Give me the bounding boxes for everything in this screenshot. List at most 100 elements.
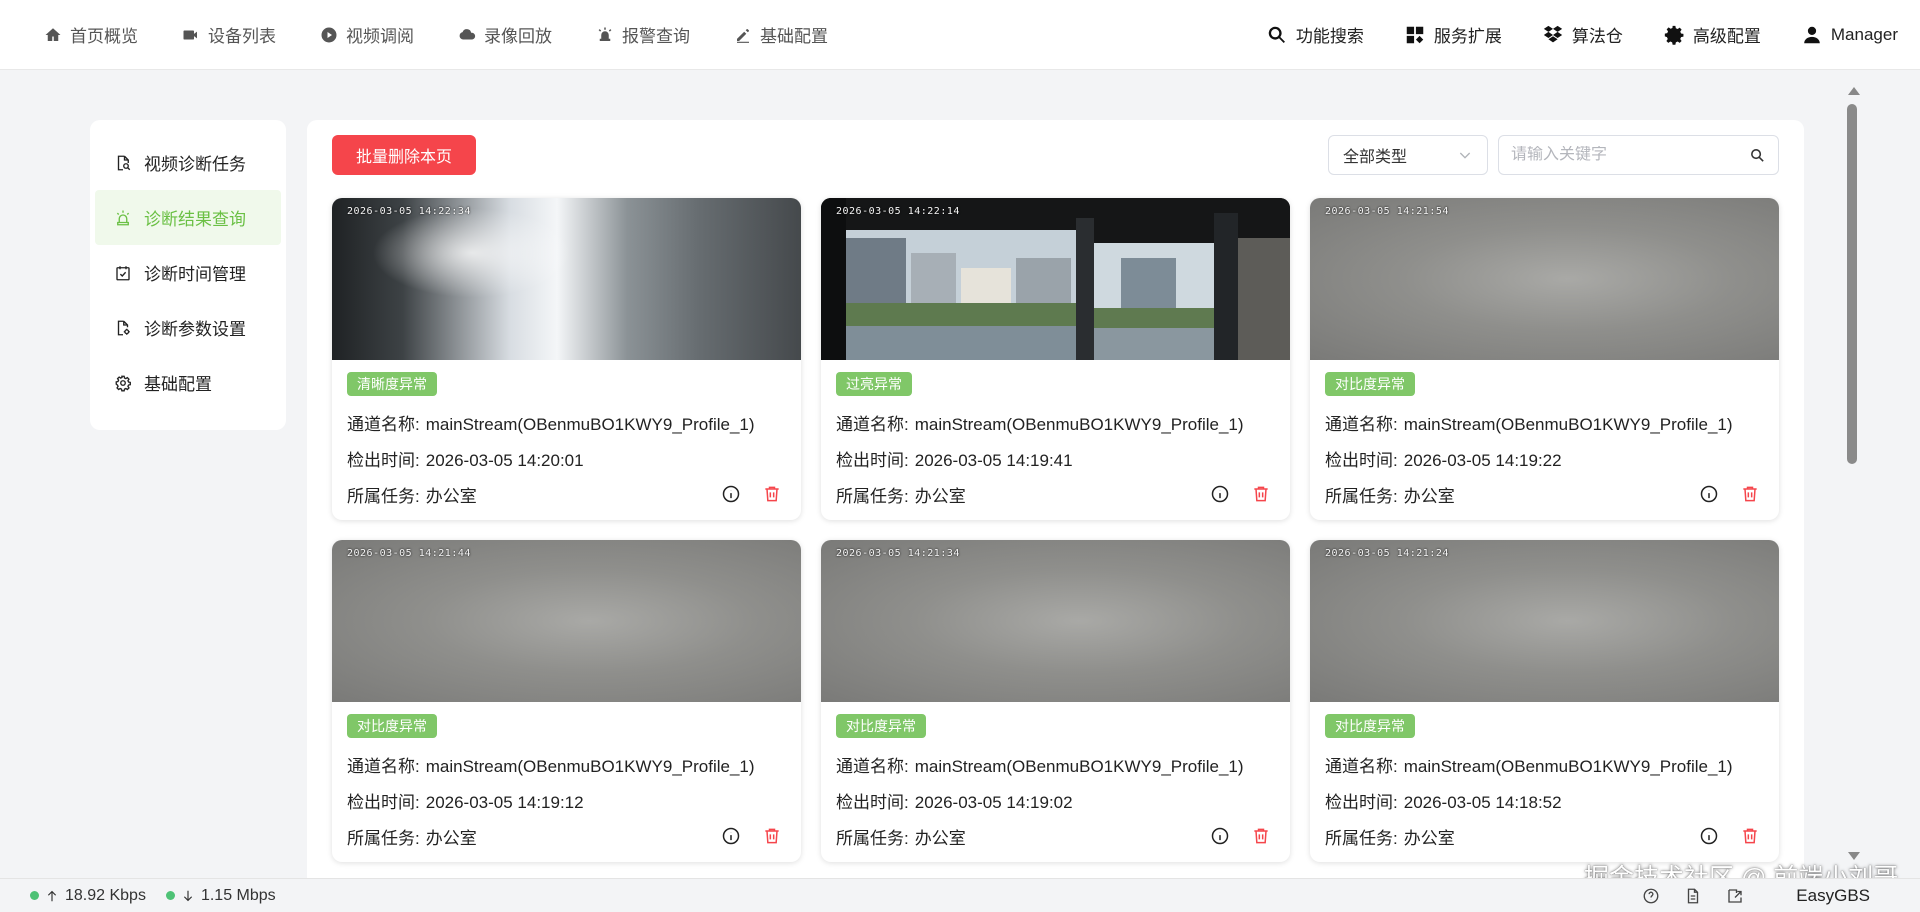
anomaly-badge: 对比度异常 [347,714,437,738]
diagnosis-result-card: 2026-03-05 14:21:24 对比度异常 通道名称: mainStrea… [1310,540,1779,862]
download-rate: 1.15 Mbps [165,887,276,905]
anomaly-badge: 对比度异常 [1325,714,1415,738]
snapshot-thumbnail[interactable]: 2026-03-05 14:22:34 [332,198,801,360]
alarm-icon [598,27,612,41]
nav-item-label: 高级配置 [1692,27,1761,46]
sidebar-item-basic-config[interactable]: 基础配置 [90,355,286,410]
task-row: 所属任务: 办公室 [836,824,966,849]
channel-name-row: 通道名称: mainStream(OBenmuBO1KWY9_Profile_1) [347,752,755,777]
nav-item-playback[interactable]: 录像回放 [458,22,552,47]
nav-item-label: 首页概览 [70,27,138,46]
trash-icon[interactable] [762,826,782,846]
trash-icon[interactable] [1740,484,1760,504]
detect-time-value: 2026-03-05 14:19:22 [1403,451,1562,470]
nav-item-config[interactable]: 基础配置 [734,22,828,47]
channel-name-row: 通道名称: mainStream(OBenmuBO1KWY9_Profile_1) [836,752,1244,777]
upload-rate-value: 18.92 Kbps [65,886,146,904]
sidebar-item-parameter-settings[interactable]: 诊断参数设置 [90,300,286,355]
scrollbar-thumb[interactable] [1847,104,1857,464]
apps-icon [1406,26,1424,43]
info-icon[interactable] [1210,826,1230,846]
task-label: 所属任务: [1325,829,1398,848]
channel-name-value: mainStream(OBenmuBO1KWY9_Profile_1) [1403,415,1733,434]
alarm-light-icon [116,210,130,225]
snapshot-timestamp: 2026-03-05 14:21:54 [1325,206,1449,217]
top-navigation-bar: 首页概览 设备列表 视频调阅 录像回放 报警查询 基础配置 功能搜索 服务扩展 … [0,0,1920,70]
nav-item-advanced-config[interactable]: 高级配置 [1663,22,1761,47]
nav-item-label: 录像回放 [484,27,552,46]
sidebar-item-diagnosis-task[interactable]: 视频诊断任务 [90,135,286,190]
nav-item-alarm[interactable]: 报警查询 [596,22,690,47]
trash-icon[interactable] [1251,826,1271,846]
sidebar-item-time-management[interactable]: 诊断时间管理 [90,245,286,300]
nav-item-algorithm-store[interactable]: 算法仓 [1542,22,1623,47]
diagnosis-result-card: 2026-03-05 14:21:44 对比度异常 通道名称: mainStrea… [332,540,801,862]
nav-item-video[interactable]: 视频调阅 [320,22,414,47]
nav-item-devices[interactable]: 设备列表 [182,22,276,47]
brand-name: EasyGBS [1796,886,1870,905]
detect-time-row: 检出时间: 2026-03-05 14:18:52 [1325,788,1562,813]
diagnosis-result-card: 2026-03-05 14:22:14 过亮异常 通道名称: mainStream… [821,198,1290,520]
channel-name-row: 通道名称: mainStream(OBenmuBO1KWY9_Profile_1) [836,410,1244,435]
info-icon[interactable] [1699,484,1719,504]
user-name: Manager [1830,24,1898,44]
page-scrollbar[interactable] [1844,82,1860,862]
nav-item-label: 视频调阅 [346,27,414,46]
snapshot-thumbnail[interactable]: 2026-03-05 14:21:24 [1310,540,1779,702]
nav-item-user-menu[interactable]: Manager [1801,24,1898,46]
snapshot-thumbnail[interactable]: 2026-03-05 14:21:34 [821,540,1290,702]
cloud-icon [459,28,476,39]
channel-name-value: mainStream(OBenmuBO1KWY9_Profile_1) [1403,757,1733,776]
snapshot-timestamp: 2026-03-05 14:22:14 [836,206,960,217]
type-filter-select[interactable]: 全部类型 [1328,135,1488,175]
channel-name-value: mainStream(OBenmuBO1KWY9_Profile_1) [914,757,1244,776]
chevron-down-icon [1459,152,1471,159]
nav-item-label: 设备列表 [208,27,276,46]
info-icon[interactable] [721,484,741,504]
nav-item-service-extension[interactable]: 服务扩展 [1404,22,1502,47]
document-icon[interactable] [1684,887,1702,905]
sidebar-item-result-query[interactable]: 诊断结果查询 [95,190,281,245]
task-row: 所属任务: 办公室 [1325,824,1455,849]
batch-delete-button[interactable]: 批量删除本页 [332,135,476,175]
task-row: 所属任务: 办公室 [347,824,477,849]
detect-time-row: 检出时间: 2026-03-05 14:19:41 [836,446,1073,471]
document-search-icon [117,155,131,170]
document-settings-icon [117,320,130,335]
snapshot-timestamp: 2026-03-05 14:21:44 [347,548,471,559]
trash-icon[interactable] [1740,826,1760,846]
info-icon[interactable] [1210,484,1230,504]
channel-name-value: mainStream(OBenmuBO1KWY9_Profile_1) [425,757,755,776]
detect-time-label: 检出时间: [347,451,420,470]
info-icon[interactable] [721,826,741,846]
search-icon[interactable] [1749,147,1766,164]
help-icon[interactable] [1642,887,1660,905]
channel-name-value: mainStream(OBenmuBO1KWY9_Profile_1) [425,415,755,434]
export-icon[interactable] [1726,887,1744,905]
task-row: 所属任务: 办公室 [1325,482,1455,507]
detect-time-value: 2026-03-05 14:19:12 [425,793,584,812]
snapshot-thumbnail[interactable]: 2026-03-05 14:21:44 [332,540,801,702]
status-dot [30,891,39,900]
nav-item-function-search[interactable]: 功能搜索 [1266,22,1364,47]
sidebar-item-label: 诊断结果查询 [144,210,246,229]
diagnosis-result-card: 2026-03-05 14:22:34 清晰度异常 通道名称: mainStrea… [332,198,801,520]
sidebar-item-label: 基础配置 [144,375,212,394]
trash-icon[interactable] [762,484,782,504]
type-filter-value: 全部类型 [1343,149,1408,166]
nav-item-home[interactable]: 首页概览 [44,22,138,47]
gear-icon [115,375,131,391]
arrow-up-icon [47,890,57,901]
snapshot-thumbnail[interactable]: 2026-03-05 14:22:14 [821,198,1290,360]
channel-name-row: 通道名称: mainStream(OBenmuBO1KWY9_Profile_1) [1325,410,1733,435]
info-icon[interactable] [1699,826,1719,846]
home-icon [45,27,61,41]
trash-icon[interactable] [1251,484,1271,504]
keyword-search-input[interactable] [1511,146,1749,164]
snapshot-thumbnail[interactable]: 2026-03-05 14:21:54 [1310,198,1779,360]
scroll-up-arrow-icon[interactable] [1848,87,1860,95]
main-nav: 首页概览 设备列表 视频调阅 录像回放 报警查询 基础配置 [0,0,872,69]
gear-icon [1664,25,1684,45]
detect-time-row: 检出时间: 2026-03-05 14:19:12 [347,788,584,813]
detect-time-label: 检出时间: [1325,793,1398,812]
